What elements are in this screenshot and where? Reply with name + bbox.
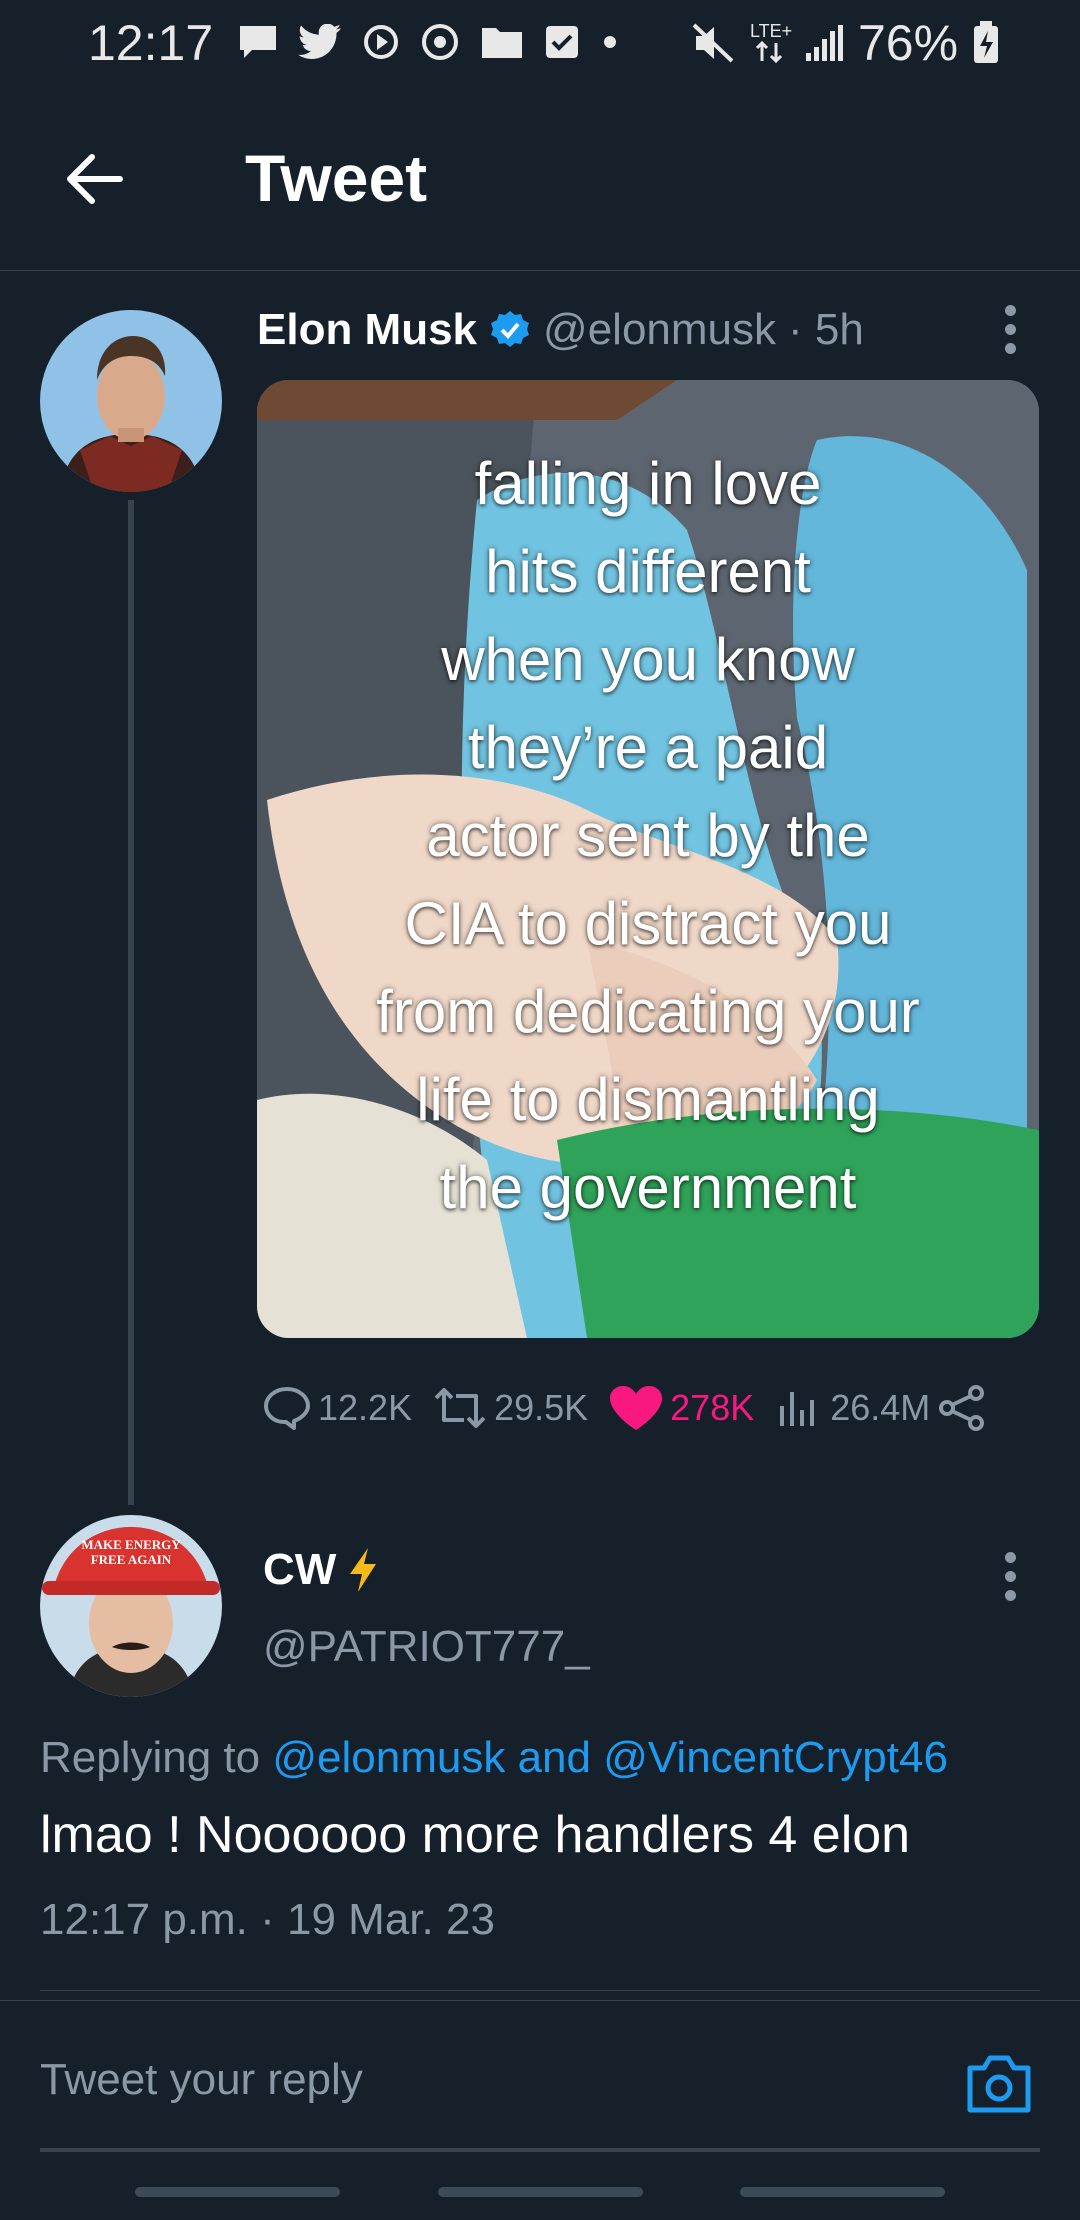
like-count: 278K: [670, 1387, 755, 1428]
reply-bubble-icon: [264, 1387, 310, 1430]
views-chart-icon: [780, 1392, 815, 1426]
replying-to-mentions[interactable]: @elonmusk and @VincentCrypt46: [272, 1733, 948, 1782]
data-arrows-icon: [755, 41, 783, 63]
top-app-bar: [0, 100, 1080, 271]
nav-bar-segment: [740, 2187, 945, 2197]
tweet-age: · 5h: [788, 305, 864, 354]
thread-connector-line: [128, 500, 134, 1505]
views-count: 26.4M: [830, 1387, 931, 1428]
tweet-media-image[interactable]: falling in love hits different when you …: [257, 380, 1039, 1338]
tweet-author-row: Elon Musk @elonmusk · 5h: [257, 300, 864, 360]
retweet-action[interactable]: 29.5K: [432, 1386, 588, 1430]
tweet-more-options-icon[interactable]: [1005, 305, 1019, 362]
play-icon: [364, 25, 398, 59]
notification-icons: [238, 22, 620, 62]
like-action[interactable]: 278K: [608, 1384, 754, 1432]
folder-icon: [482, 28, 522, 58]
reply-more-options-icon[interactable]: [1005, 1552, 1019, 1609]
reply-input-underline: [40, 2148, 1040, 2152]
nav-bar-segment: [135, 2187, 340, 2197]
battery-percent: 76%: [858, 15, 959, 71]
camera-icon[interactable]: [964, 2052, 1034, 2116]
share-icon[interactable]: [936, 1384, 988, 1432]
reply-author-name[interactable]: CW: [263, 1545, 336, 1595]
lte-indicator: LTE+: [750, 21, 793, 65]
reply-body-text: lmao ! Noooooo more handlers 4 elon: [40, 1806, 911, 1864]
elon-portrait-image: [40, 310, 222, 492]
author-avatar[interactable]: [40, 310, 222, 492]
page-title: Tweet: [245, 141, 428, 215]
lightning-bolt-icon: [350, 1548, 377, 1592]
nav-bar-segment: [438, 2187, 643, 2197]
reply-timestamp: 12:17 p.m. · 19 Mar. 23: [40, 1895, 495, 1944]
heart-filled-icon: [610, 1386, 663, 1430]
reply-author-handle[interactable]: @PATRIOT777_: [263, 1622, 590, 1672]
dot-icon: [604, 36, 616, 48]
views-action[interactable]: 26.4M: [774, 1386, 930, 1430]
status-time: 12:17: [88, 15, 214, 71]
divider: [0, 2000, 1080, 2001]
retweet-icon: [434, 1388, 486, 1428]
back-arrow-icon[interactable]: [62, 148, 124, 210]
reply-action[interactable]: 12.2K: [262, 1385, 412, 1431]
tweet-action-bar: 12.2K 29.5K 278K 26.4M: [262, 1378, 1022, 1438]
checkbox-icon: [546, 26, 578, 58]
lte-label: LTE+: [750, 21, 793, 41]
verified-badge-icon: [491, 311, 530, 347]
message-icon: [240, 26, 276, 58]
divider: [40, 1990, 1040, 1991]
hat-slogan-text: MAKE ENERGY FREE AGAIN: [81, 1537, 181, 1567]
battery-charging-icon: [974, 21, 999, 63]
replying-to-line: Replying to @elonmusk and @VincentCrypt4…: [40, 1733, 948, 1783]
reply-author-row: CW: [263, 1540, 380, 1600]
mute-icon: [692, 23, 734, 63]
reply-input[interactable]: Tweet your reply: [40, 2055, 363, 2105]
system-icons: LTE+ 76%: [690, 14, 1000, 72]
author-handle[interactable]: @elonmusk: [543, 305, 776, 355]
media-caption-text: falling in love hits different when you …: [376, 450, 920, 1221]
signal-icon: [806, 25, 843, 61]
reply-author-avatar[interactable]: MAKE ENERGY FREE AGAIN: [40, 1515, 222, 1697]
retweet-count: 29.5K: [494, 1387, 589, 1428]
sync-icon: [422, 24, 458, 60]
replying-to-label: Replying to: [40, 1733, 261, 1782]
twitter-bird-icon: [298, 24, 341, 59]
reply-count: 12.2K: [318, 1387, 413, 1428]
author-name[interactable]: Elon Musk: [257, 305, 477, 355]
